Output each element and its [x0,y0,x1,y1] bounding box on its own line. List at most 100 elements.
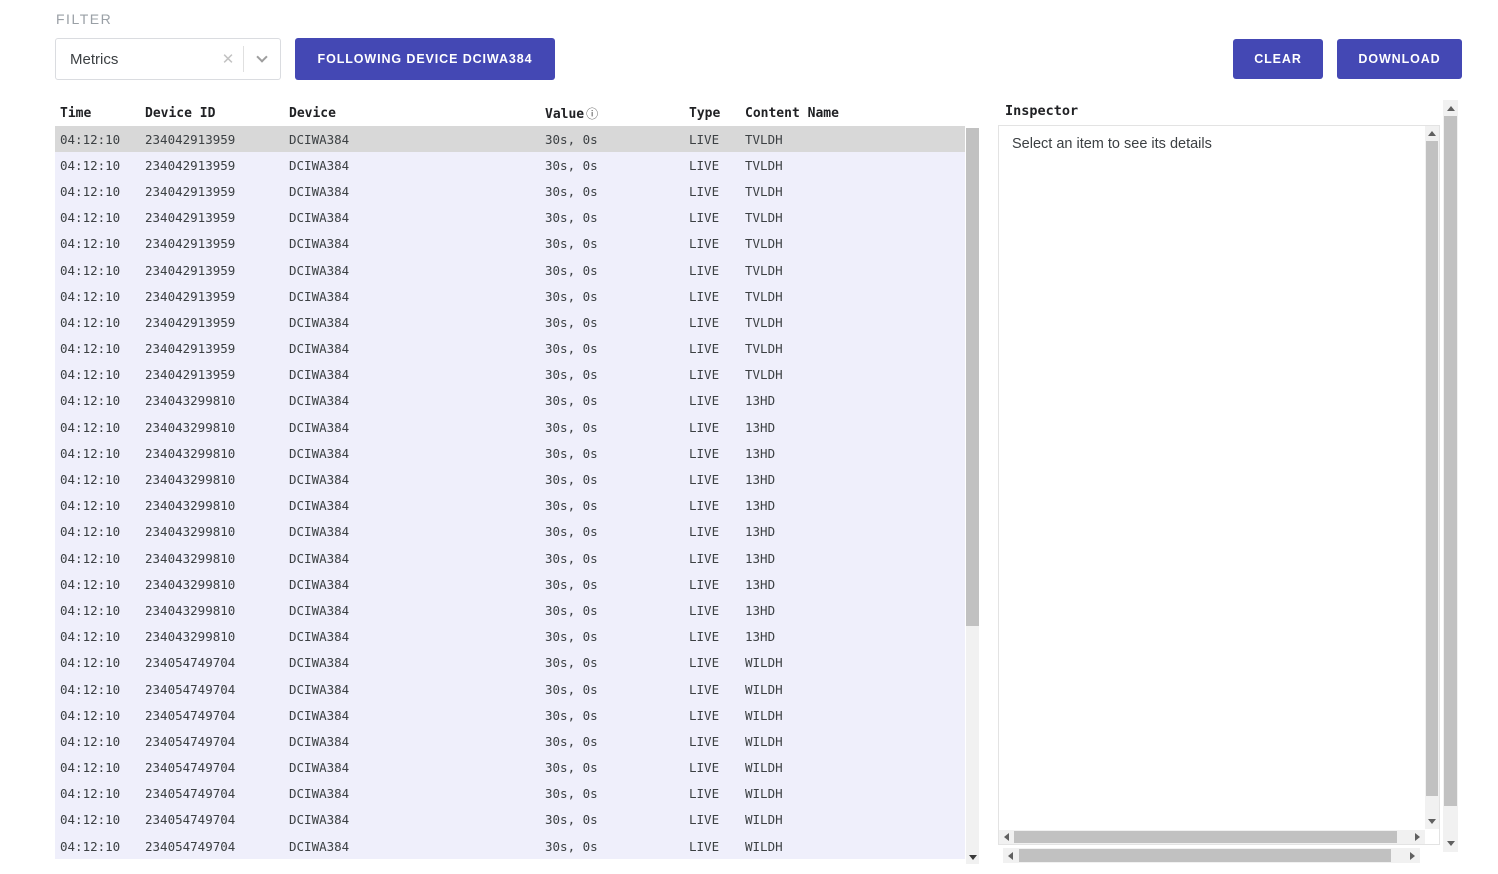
scroll-left-arrow-icon[interactable] [1004,833,1009,841]
cell-device: DCIWA384 [284,629,540,644]
cell-content-name: WILDH [740,708,965,723]
cell-device-id: 234042913959 [140,289,284,304]
inspector-title: Inspector [1005,103,1078,119]
cell-time: 04:12:10 [55,603,140,618]
table-row[interactable]: 04:12:10 234054749704 DCIWA384 30s, 0s L… [55,833,965,859]
table-scrollbar[interactable] [966,128,979,864]
cell-content-name: TVLDH [740,184,965,199]
scroll-up-arrow-icon[interactable] [1447,106,1455,111]
cell-device-id: 234043299810 [140,472,284,487]
metrics-select-value: Metrics [56,51,213,68]
table-row[interactable]: 04:12:10 234042913959 DCIWA384 30s, 0s L… [55,283,965,309]
scroll-down-arrow-icon[interactable] [1428,819,1436,824]
inspector-vertical-scrollbar[interactable] [1425,126,1439,829]
cell-device: DCIWA384 [284,682,540,697]
scroll-up-arrow-icon[interactable] [1428,131,1436,136]
scroll-right-arrow-icon[interactable] [1410,852,1415,860]
table-row[interactable]: 04:12:10 234043299810 DCIWA384 30s, 0s L… [55,624,965,650]
chevron-down-icon[interactable] [244,57,280,61]
table-row[interactable]: 04:12:10 234043299810 DCIWA384 30s, 0s L… [55,440,965,466]
cell-type: LIVE [684,158,740,173]
table-row[interactable]: 04:12:10 234042913959 DCIWA384 30s, 0s L… [55,231,965,257]
clear-selection-icon[interactable]: ✕ [213,50,243,68]
page-vscroll-thumb[interactable] [1444,116,1457,806]
column-header-time: Time [55,106,140,121]
cell-device-id: 234043299810 [140,551,284,566]
cell-device-id: 234042913959 [140,367,284,382]
table-row[interactable]: 04:12:10 234042913959 DCIWA384 30s, 0s L… [55,178,965,204]
table-row[interactable]: 04:12:10 234043299810 DCIWA384 30s, 0s L… [55,388,965,414]
table-row[interactable]: 04:12:10 234043299810 DCIWA384 30s, 0s L… [55,493,965,519]
cell-type: LIVE [684,210,740,225]
table-scrollbar-thumb[interactable] [966,128,979,626]
cell-device-id: 234054749704 [140,682,284,697]
cell-value: 30s, 0s [540,184,684,199]
table-row[interactable]: 04:12:10 234042913959 DCIWA384 30s, 0s L… [55,362,965,388]
cell-time: 04:12:10 [55,263,140,278]
table-row[interactable]: 04:12:10 234043299810 DCIWA384 30s, 0s L… [55,597,965,623]
cell-content-name: 13HD [740,603,965,618]
cell-device-id: 234054749704 [140,708,284,723]
following-device-button[interactable]: FOLLOWING DEVICE DCIWA384 [295,38,555,80]
cell-content-name: 13HD [740,524,965,539]
cell-device: DCIWA384 [284,577,540,592]
cell-value: 30s, 0s [540,577,684,592]
cell-content-name: 13HD [740,577,965,592]
cell-value: 30s, 0s [540,734,684,749]
inspector-vscroll-thumb[interactable] [1426,141,1438,796]
download-button[interactable]: DOWNLOAD [1337,39,1462,79]
inspector-horizontal-scrollbar[interactable] [999,830,1425,844]
table-row[interactable]: 04:12:10 234042913959 DCIWA384 30s, 0s L… [55,257,965,283]
info-icon[interactable]: ⓘ [586,107,598,121]
table-row[interactable]: 04:12:10 234043299810 DCIWA384 30s, 0s L… [55,519,965,545]
table-body: 04:12:10 234042913959 DCIWA384 30s, 0s L… [55,126,965,859]
table-row[interactable]: 04:12:10 234042913959 DCIWA384 30s, 0s L… [55,152,965,178]
cell-device-id: 234054749704 [140,839,284,854]
table-row[interactable]: 04:12:10 234054749704 DCIWA384 30s, 0s L… [55,728,965,754]
inspector-panel: Select an item to see its details [998,125,1440,845]
clear-button[interactable]: CLEAR [1233,39,1323,79]
inspector-hscroll-thumb[interactable] [1014,831,1397,843]
table-row[interactable]: 04:12:10 234042913959 DCIWA384 30s, 0s L… [55,309,965,335]
cell-value: 30s, 0s [540,132,684,147]
table-row[interactable]: 04:12:10 234043299810 DCIWA384 30s, 0s L… [55,414,965,440]
cell-content-name: TVLDH [740,315,965,330]
table-row[interactable]: 04:12:10 234042913959 DCIWA384 30s, 0s L… [55,336,965,362]
cell-value: 30s, 0s [540,682,684,697]
table-row[interactable]: 04:12:10 234054749704 DCIWA384 30s, 0s L… [55,650,965,676]
table-row[interactable]: 04:12:10 234042913959 DCIWA384 30s, 0s L… [55,205,965,231]
metrics-select[interactable]: Metrics ✕ [55,38,281,80]
cell-type: LIVE [684,786,740,801]
cell-device: DCIWA384 [284,524,540,539]
cell-time: 04:12:10 [55,812,140,827]
cell-device: DCIWA384 [284,760,540,775]
cell-device-id: 234042913959 [140,263,284,278]
outer-horizontal-scrollbar[interactable] [1003,848,1420,863]
column-header-type: Type [684,106,740,121]
scroll-down-arrow-icon[interactable] [969,855,977,860]
outer-hscroll-thumb[interactable] [1019,849,1391,862]
scroll-down-arrow-icon[interactable] [1447,841,1455,846]
cell-value: 30s, 0s [540,420,684,435]
table-row[interactable]: 04:12:10 234054749704 DCIWA384 30s, 0s L… [55,807,965,833]
cell-type: LIVE [684,498,740,513]
table-row[interactable]: 04:12:10 234054749704 DCIWA384 30s, 0s L… [55,702,965,728]
scroll-left-arrow-icon[interactable] [1008,852,1013,860]
cell-content-name: TVLDH [740,341,965,356]
cell-value: 30s, 0s [540,812,684,827]
table-row[interactable]: 04:12:10 234054749704 DCIWA384 30s, 0s L… [55,755,965,781]
page: FILTER Metrics ✕ FOLLOWING DEVICE DCIWA3… [0,0,1498,874]
cell-device: DCIWA384 [284,367,540,382]
cell-content-name: 13HD [740,420,965,435]
table-row[interactable]: 04:12:10 234043299810 DCIWA384 30s, 0s L… [55,571,965,597]
cell-device: DCIWA384 [284,734,540,749]
page-vertical-scrollbar[interactable] [1443,100,1458,852]
column-header-device: Device [284,106,540,121]
table-row[interactable]: 04:12:10 234042913959 DCIWA384 30s, 0s L… [55,126,965,152]
table-row[interactable]: 04:12:10 234043299810 DCIWA384 30s, 0s L… [55,466,965,492]
scroll-right-arrow-icon[interactable] [1415,833,1420,841]
cell-content-name: WILDH [740,812,965,827]
table-row[interactable]: 04:12:10 234054749704 DCIWA384 30s, 0s L… [55,781,965,807]
table-row[interactable]: 04:12:10 234054749704 DCIWA384 30s, 0s L… [55,676,965,702]
table-row[interactable]: 04:12:10 234043299810 DCIWA384 30s, 0s L… [55,545,965,571]
